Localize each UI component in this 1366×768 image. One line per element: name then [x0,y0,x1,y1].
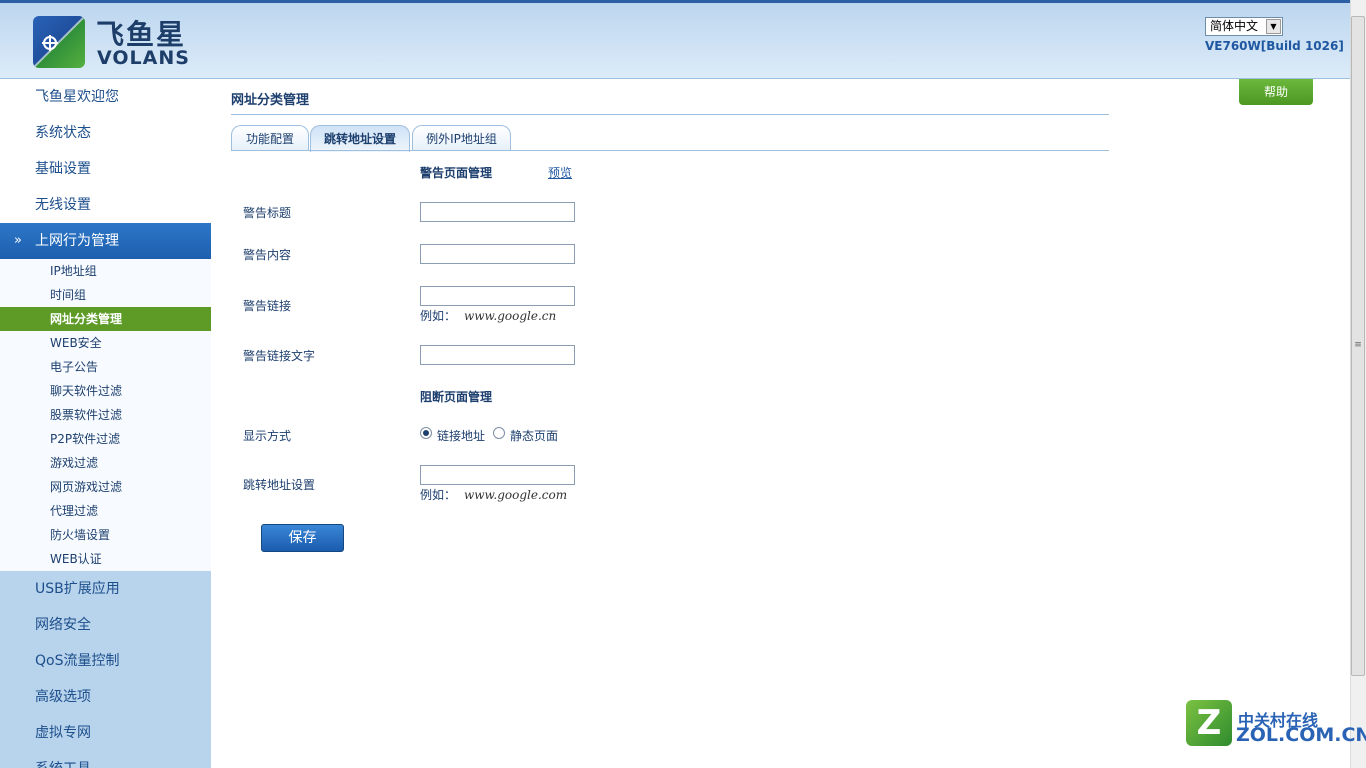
warning-title-input[interactable] [420,202,575,222]
zol-watermark-en: ZOL.COM.CN [1236,724,1366,746]
redirect-address-label: 跳转地址设置 [243,478,316,492]
preview-link[interactable]: 预览 [548,164,572,181]
redirect-address-input[interactable] [420,465,575,485]
page-title: 网址分类管理 [231,93,310,108]
sidebar-item-vpn[interactable]: 虚拟专网 [0,715,211,751]
sidebar-item-wireless-settings[interactable]: 无线设置 [0,187,211,223]
sidebar-subitem-time-group[interactable]: 时间组 [0,283,211,307]
warning-content-label: 警告内容 [243,248,292,262]
firmware-version: VE760W[Build 1026] [1205,39,1344,53]
warning-link-text-input[interactable] [420,345,575,365]
scroll-grip-icon: ≡ [1354,340,1362,350]
sidebar-subitem-url-category[interactable]: 网址分类管理 [0,307,211,331]
radio-static-page-label[interactable]: 静态页面 [510,427,558,444]
zol-logo-icon: Z [1186,700,1232,746]
sidebar-item-network-security[interactable]: 网络安全 [0,607,211,643]
tab-function-config[interactable]: 功能配置 [231,125,309,151]
warning-link-hint: 例如： www.google.cn [420,307,556,324]
sidebar-subitem-ip-group[interactable]: IP地址组 [0,259,211,283]
sidebar-item-system-tools[interactable]: 系统工具 [0,751,211,768]
radio-static-page[interactable] [493,427,505,439]
sidebar-subitem-web-auth[interactable]: WEB认证 [0,547,211,571]
help-button[interactable]: 帮助 [1239,79,1313,105]
title-divider [231,114,1109,115]
sidebar-item-advanced[interactable]: 高级选项 [0,679,211,715]
save-button[interactable]: 保存 [261,524,344,552]
block-page-section-title: 阻断页面管理 [420,390,493,404]
language-select[interactable]: 简体中文 ▼ [1205,17,1283,36]
tab-exception-ip-group[interactable]: 例外IP地址组 [412,125,511,151]
sidebar-item-qos[interactable]: QoS流量控制 [0,643,211,679]
sidebar-item-welcome[interactable]: 飞鱼星欢迎您 [0,79,211,115]
hint-prefix: 例如： [420,488,457,502]
hint-example: www.google.com [464,488,568,502]
sidebar-item-usb[interactable]: USB扩展应用 [0,571,211,607]
sidebar-item-label: 上网行为管理 [35,233,119,249]
language-value: 简体中文 [1210,19,1259,33]
redirect-address-hint: 例如： www.google.com [420,486,567,503]
sidebar-subitem-bulletin[interactable]: 电子公告 [0,355,211,379]
sidebar-subitem-firewall[interactable]: 防火墙设置 [0,523,211,547]
sidebar-subitem-p2p-filter[interactable]: P2P软件过滤 [0,427,211,451]
tab-redirect-settings[interactable]: 跳转地址设置 [310,125,410,152]
header: 飞鱼星 VOLANS 简体中文 ▼ VE760W[Build 1026] [0,0,1350,79]
warning-title-label: 警告标题 [243,206,292,220]
volans-logo-icon [33,16,85,68]
radio-link-address-label[interactable]: 链接地址 [437,427,485,444]
sidebar-subitem-webgame-filter[interactable]: 网页游戏过滤 [0,475,211,499]
sidebar-subitem-web-security[interactable]: WEB安全 [0,331,211,355]
warning-link-text-label: 警告链接文字 [243,349,316,363]
radio-link-address[interactable] [420,427,432,439]
sidebar-subitem-game-filter[interactable]: 游戏过滤 [0,451,211,475]
warning-page-section-title: 警告页面管理 [420,166,493,180]
logo-text-en: VOLANS [97,47,190,69]
tabs-divider [231,150,1109,151]
warning-link-label: 警告链接 [243,299,292,313]
warning-link-input[interactable] [420,286,575,306]
chevron-down-icon[interactable]: ▼ [1266,19,1281,34]
sidebar-item-system-status[interactable]: 系统状态 [0,115,211,151]
hint-prefix: 例如： [420,309,457,323]
double-chevron-down-icon: » [14,233,22,248]
sidebar: 飞鱼星欢迎您 系统状态 基础设置 无线设置 » 上网行为管理 IP地址组 时间组… [0,79,211,768]
display-mode-label: 显示方式 [243,429,292,443]
sidebar-subitem-chat-filter[interactable]: 聊天软件过滤 [0,379,211,403]
sidebar-item-basic-settings[interactable]: 基础设置 [0,151,211,187]
hint-example: www.google.cn [464,309,557,323]
sidebar-item-behavior-management[interactable]: » 上网行为管理 [0,223,211,259]
warning-content-input[interactable] [420,244,575,264]
sidebar-subitem-stock-filter[interactable]: 股票软件过滤 [0,403,211,427]
sidebar-subitem-proxy-filter[interactable]: 代理过滤 [0,499,211,523]
